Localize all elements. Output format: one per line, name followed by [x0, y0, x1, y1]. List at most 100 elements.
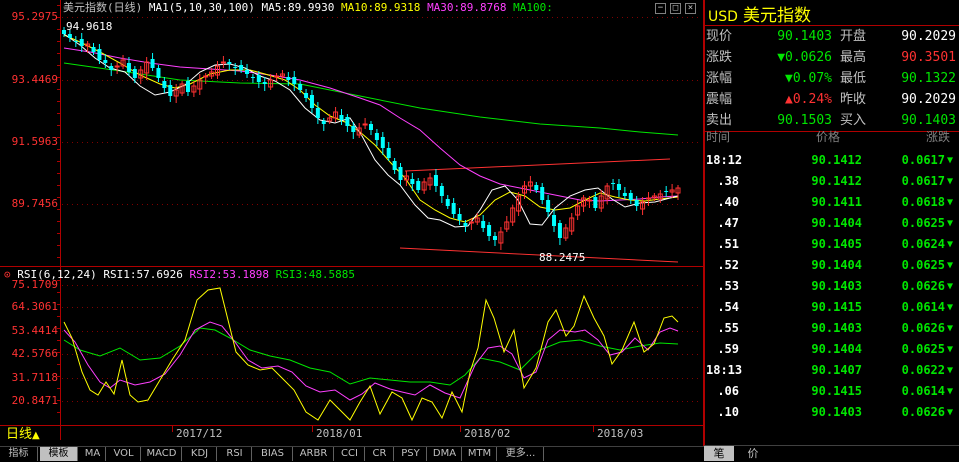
rsi1-label: RSI1:57.6926: [103, 268, 183, 281]
candle-body: [298, 84, 303, 90]
candle-body: [220, 61, 226, 64]
candle-body: [634, 200, 639, 206]
quote-row: 涨跌 ▼0.0626 最高 90.3501: [704, 47, 959, 68]
tick-direction-icon: ▼: [947, 218, 954, 229]
tab-indicator[interactable]: 指标: [0, 447, 38, 461]
tick-change: 0.0618: [901, 195, 945, 209]
tick-change: 0.0626: [901, 405, 945, 419]
quote-value: 90.2029: [901, 92, 956, 107]
quote-value: 90.1403: [777, 29, 832, 44]
candle-body: [534, 185, 539, 190]
x-axis-label: 2018/01: [316, 427, 363, 440]
tick-header-price: 价格: [816, 130, 841, 144]
tick-change: 0.0624: [901, 237, 945, 251]
tab-mtm[interactable]: MTM: [463, 447, 497, 461]
tick-price: 90.1415: [811, 384, 862, 398]
rsi-axis-label: 64.3061: [11, 300, 58, 313]
quote-value: ▼0.07%: [785, 71, 832, 86]
tab-template[interactable]: 模板: [40, 447, 78, 461]
candle-body: [451, 203, 456, 214]
candle-body: [481, 221, 486, 228]
candle-body: [540, 187, 545, 200]
tab-arbr[interactable]: ARBR: [294, 447, 334, 461]
tick-header-time: 时间: [706, 130, 731, 144]
upper-trend-line: [404, 158, 671, 172]
tick-price: 90.1403: [811, 405, 862, 419]
instrument-header: USD 美元指数: [708, 1, 811, 26]
candle-body: [628, 193, 633, 200]
tick-row: 18:13 90.1407 0.0622 ▼: [704, 360, 959, 381]
tab-vol[interactable]: VOL: [107, 447, 141, 461]
candle-body: [79, 39, 84, 46]
chart-area[interactable]: 95.2975 93.4469 91.5963 89.7456 美元指数(日线)…: [0, 0, 704, 446]
tab-macd[interactable]: MACD: [142, 447, 182, 461]
rsi1-line: [63, 287, 679, 422]
tick-change: 0.0625: [901, 258, 945, 272]
tick-row: .52 90.1404 0.0625 ▼: [704, 255, 959, 276]
quote-label: 涨幅: [706, 71, 733, 86]
tab-ma[interactable]: MA: [80, 447, 106, 461]
tick-direction-icon: ▼: [947, 260, 954, 271]
x-axis-label: 2017/12: [176, 427, 223, 440]
tab-trades[interactable]: 笔: [704, 446, 734, 461]
candle-body: [292, 77, 297, 84]
tab-bias[interactable]: BIAS: [253, 447, 293, 461]
panel-bottom-tabs: 笔 价: [704, 445, 959, 462]
tick-price: 90.1404: [811, 216, 862, 230]
tick-row: .10 90.1403 0.0626 ▼: [704, 402, 959, 423]
tab-more[interactable]: 更多...: [498, 447, 544, 461]
candle-body: [380, 137, 385, 148]
tick-price: 90.1405: [811, 237, 862, 251]
tab-dma[interactable]: DMA: [428, 447, 462, 461]
candle-body: [369, 124, 373, 130]
candle-body: [233, 67, 238, 68]
quote-value: ▼0.0626: [777, 50, 832, 65]
tick-direction-icon: ▼: [947, 386, 954, 397]
candle-body: [433, 175, 438, 186]
tick-direction-icon: ▼: [947, 239, 954, 250]
period-selector[interactable]: 日线▲: [6, 427, 40, 443]
candle-body: [250, 77, 255, 78]
tab-psy[interactable]: PSY: [395, 447, 427, 461]
quote-label: 最高: [840, 50, 867, 65]
tick-row: .38 90.1412 0.0617 ▼: [704, 171, 959, 192]
tab-kdj[interactable]: KDJ: [183, 447, 217, 461]
tick-time: 18:12: [706, 153, 743, 167]
tick-change: 0.0614: [901, 300, 945, 314]
quote-value: 90.2029: [901, 29, 956, 44]
candle-body: [286, 77, 291, 80]
candle-body: [345, 117, 350, 126]
chart-svg[interactable]: [0, 0, 704, 446]
tab-rsi[interactable]: RSI: [218, 447, 252, 461]
quote-label: 现价: [706, 29, 733, 44]
candle-body: [664, 191, 669, 192]
candle-body: [552, 215, 557, 226]
price-gridlines: [62, 17, 698, 205]
candle-body: [645, 197, 651, 200]
candle-body: [91, 47, 96, 52]
candle-body: [457, 214, 462, 220]
tick-change: 0.0622: [901, 363, 945, 377]
rsi2-label: RSI2:53.1898: [189, 268, 269, 281]
candle-body: [439, 186, 444, 196]
candle-body: [398, 167, 403, 180]
candle-body: [463, 223, 468, 226]
candle-body: [309, 95, 314, 108]
tick-price: 90.1403: [811, 279, 862, 293]
tab-cr[interactable]: CR: [366, 447, 394, 461]
tick-time: .47: [717, 216, 739, 230]
tick-time: .40: [717, 195, 739, 209]
tick-time: .52: [717, 258, 739, 272]
tick-header: 时间 价格 涨跌: [704, 127, 959, 148]
rsi-axis-label: 20.8471: [11, 394, 58, 407]
tick-header-change: 涨跌: [926, 130, 951, 144]
quote-row: 现价 90.1403 开盘 90.2029: [704, 26, 959, 47]
candlesticks: [62, 27, 681, 250]
rsi3-line: [63, 327, 679, 386]
rsi-axis-label: 53.4414: [11, 324, 58, 337]
tab-cci[interactable]: CCI: [335, 447, 365, 461]
rsi3-label: RSI3:48.5885: [275, 268, 356, 281]
candle-body: [274, 75, 280, 78]
x-axis-label: 2018/03: [597, 427, 644, 440]
tab-price[interactable]: 价: [738, 446, 768, 461]
